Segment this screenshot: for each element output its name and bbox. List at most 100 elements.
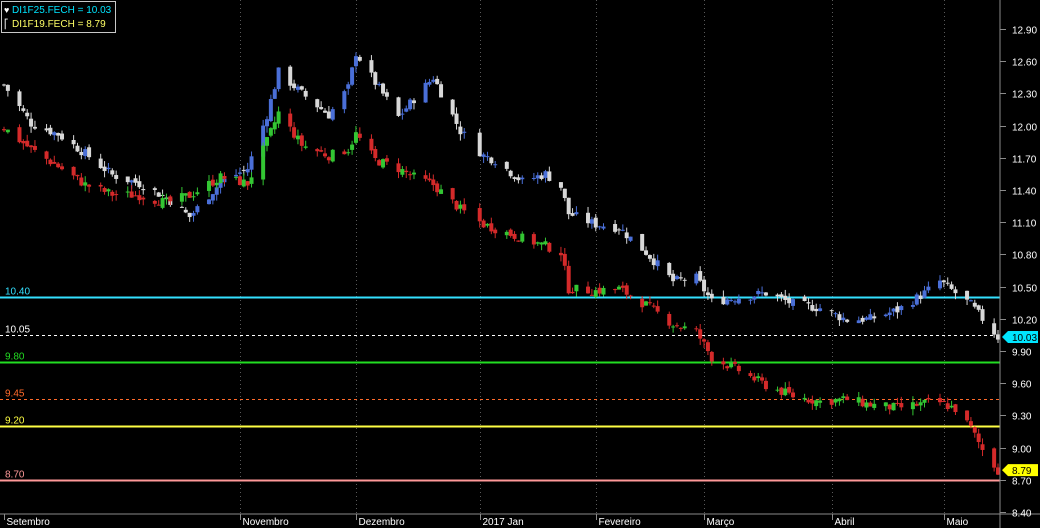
candle[interactable]: [435, 75, 440, 85]
candle[interactable]: [384, 88, 389, 101]
candle[interactable]: [261, 142, 266, 186]
candle[interactable]: [570, 208, 575, 217]
candle[interactable]: [616, 227, 621, 235]
candle[interactable]: [87, 144, 92, 160]
candle[interactable]: [427, 172, 432, 182]
candle[interactable]: [477, 203, 482, 228]
candle[interactable]: [125, 176, 130, 185]
candle[interactable]: [872, 312, 877, 323]
candle[interactable]: [574, 206, 579, 216]
candle[interactable]: [802, 294, 807, 302]
candle[interactable]: [709, 350, 714, 366]
candle[interactable]: [856, 316, 861, 324]
candle[interactable]: [736, 364, 741, 375]
candle[interactable]: [918, 398, 923, 412]
candle[interactable]: [25, 134, 30, 148]
candle[interactable]: [137, 190, 142, 205]
candle[interactable]: [949, 400, 954, 409]
candle[interactable]: [732, 358, 737, 367]
candle[interactable]: [616, 285, 621, 290]
candle[interactable]: [288, 65, 293, 91]
candle[interactable]: [589, 288, 594, 296]
candle[interactable]: [535, 172, 540, 184]
candle[interactable]: [454, 200, 459, 212]
candle[interactable]: [222, 172, 227, 185]
candle[interactable]: [729, 357, 734, 369]
candle[interactable]: [914, 401, 919, 407]
candle[interactable]: [837, 397, 842, 406]
candle[interactable]: [330, 106, 335, 122]
candle[interactable]: [667, 262, 672, 278]
candle[interactable]: [937, 275, 942, 291]
candle[interactable]: [725, 365, 730, 371]
candle[interactable]: [268, 127, 273, 138]
candle[interactable]: [396, 96, 401, 117]
candle[interactable]: [133, 174, 138, 186]
candle[interactable]: [756, 373, 761, 382]
candle[interactable]: [195, 204, 200, 215]
candle[interactable]: [152, 186, 157, 196]
candle[interactable]: [214, 179, 219, 189]
candle[interactable]: [369, 134, 374, 155]
candle[interactable]: [872, 398, 877, 411]
candle[interactable]: [887, 404, 892, 415]
candle[interactable]: [976, 304, 981, 312]
candle[interactable]: [44, 150, 49, 165]
candle[interactable]: [760, 373, 765, 384]
candle[interactable]: [431, 76, 436, 84]
candle[interactable]: [918, 291, 923, 304]
candle[interactable]: [357, 127, 362, 141]
candle[interactable]: [183, 193, 188, 202]
candle[interactable]: [814, 399, 819, 410]
candle[interactable]: [350, 140, 355, 155]
candle[interactable]: [953, 403, 958, 415]
candle[interactable]: [206, 175, 211, 198]
candle[interactable]: [543, 169, 548, 183]
candle[interactable]: [396, 158, 401, 179]
candle[interactable]: [303, 140, 308, 150]
candle[interactable]: [543, 237, 548, 246]
candle[interactable]: [810, 395, 815, 410]
candle[interactable]: [381, 82, 386, 97]
candle[interactable]: [922, 285, 927, 299]
candle[interactable]: [698, 266, 703, 283]
candle[interactable]: [976, 428, 981, 449]
candle[interactable]: [481, 218, 486, 229]
candle[interactable]: [458, 121, 463, 141]
candle[interactable]: [2, 83, 6, 87]
candle[interactable]: [702, 338, 707, 348]
candle[interactable]: [922, 399, 927, 408]
candle[interactable]: [678, 272, 683, 281]
candle[interactable]: [191, 191, 196, 201]
candle[interactable]: [806, 297, 811, 310]
candle[interactable]: [17, 89, 22, 112]
candle[interactable]: [570, 287, 575, 294]
candle[interactable]: [439, 81, 444, 98]
candle[interactable]: [937, 393, 942, 406]
candle[interactable]: [462, 128, 467, 139]
candle[interactable]: [156, 191, 161, 197]
candle[interactable]: [779, 292, 784, 302]
candle[interactable]: [164, 193, 169, 205]
candle[interactable]: [265, 116, 270, 133]
candle[interactable]: [613, 220, 618, 234]
candle[interactable]: [276, 106, 281, 128]
candle[interactable]: [562, 188, 567, 202]
candle[interactable]: [245, 162, 250, 176]
candle[interactable]: [83, 176, 88, 192]
candle[interactable]: [319, 101, 324, 110]
candle[interactable]: [775, 386, 780, 393]
candle[interactable]: [508, 228, 513, 238]
candle[interactable]: [408, 171, 413, 181]
candle[interactable]: [98, 153, 103, 169]
candle[interactable]: [489, 217, 494, 235]
candle[interactable]: [640, 233, 645, 251]
candle[interactable]: [926, 394, 931, 403]
candle[interactable]: [102, 186, 107, 195]
candle[interactable]: [32, 140, 37, 153]
candle[interactable]: [624, 227, 629, 244]
candle[interactable]: [141, 184, 146, 195]
candle[interactable]: [818, 303, 823, 312]
candle[interactable]: [56, 132, 61, 142]
candle[interactable]: [682, 322, 687, 330]
